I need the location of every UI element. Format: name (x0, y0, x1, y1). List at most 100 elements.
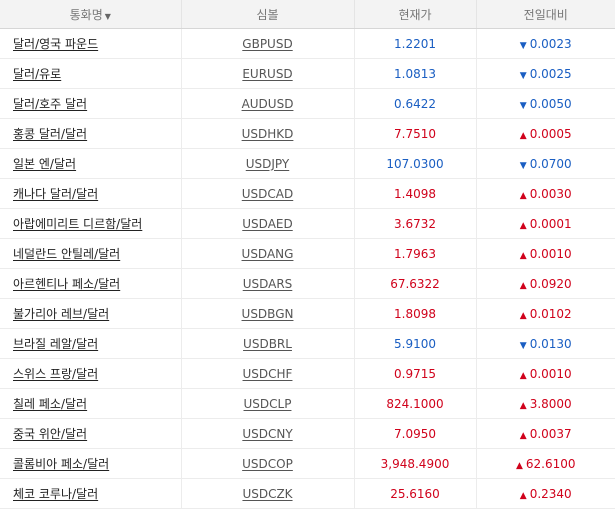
currency-name-link[interactable]: 스위스 프랑/달러 (13, 367, 98, 381)
symbol-cell: USDCHF (180, 358, 354, 389)
table-row: 달러/호주 달러 AUDUSD 0.6422 ▼ 0.0050 (0, 88, 615, 119)
table-row: 콜롬비아 페소/달러 USDCOP 3,948.4900 ▲ 62.6100 (0, 448, 615, 479)
currency-name-cell: 중국 위안/달러 (0, 418, 181, 449)
symbol-link[interactable]: USDBGN (242, 307, 294, 321)
symbol-link[interactable]: USDCHF (243, 367, 293, 381)
change-value: 0.0005 (529, 126, 572, 141)
triangle-down-icon: ▼ (519, 100, 527, 111)
symbol-link[interactable]: USDARS (243, 277, 293, 291)
triangle-up-icon: ▲ (519, 370, 527, 381)
table-row: 네덜란드 안틸레/달러 USDANG 1.7963 ▲ 0.0010 (0, 238, 615, 269)
currency-name-cell: 아르헨티나 페소/달러 (0, 268, 181, 299)
column-header-symbol: 심볼 (180, 0, 354, 29)
symbol-link[interactable]: EURUSD (242, 67, 292, 81)
table-body: 달러/영국 파운드 GBPUSD 1.2201 ▼ 0.0023 달러/유로 EURUSD 1… (0, 28, 615, 509)
change-cell: ▼ 0.0700 (475, 148, 615, 179)
symbol-link[interactable]: USDAED (242, 217, 292, 231)
triangle-down-icon: ▼ (519, 160, 527, 171)
change-value: 0.0025 (529, 66, 572, 81)
table-row: 달러/영국 파운드 GBPUSD 1.2201 ▼ 0.0023 (0, 28, 615, 59)
symbol-cell: GBPUSD (180, 28, 354, 59)
column-header-name[interactable]: 통화명 ▼ (0, 0, 181, 29)
change-value: 62.6100 (525, 456, 576, 471)
currency-name-cell: 달러/유로 (0, 58, 181, 89)
price-value: 107.0300 (353, 148, 476, 179)
change-value: 3.8000 (529, 396, 572, 411)
symbol-link[interactable]: USDJPY (246, 157, 289, 171)
symbol-link[interactable]: USDHKD (242, 127, 294, 141)
triangle-up-icon: ▲ (519, 220, 527, 231)
change-cell: ▲ 3.8000 (475, 388, 615, 419)
change-value: 0.0130 (529, 336, 572, 351)
currency-name-cell: 콜롬비아 페소/달러 (0, 448, 181, 479)
currency-name-link[interactable]: 브라질 레알/달러 (13, 337, 98, 351)
table-row: 칠레 페소/달러 USDCLP 824.1000 ▲ 3.8000 (0, 388, 615, 419)
price-value: 1.4098 (353, 178, 476, 209)
symbol-link[interactable]: USDBRL (243, 337, 292, 351)
table-row: 아랍에미리트 디르함/달러 USDAED 3.6732 ▲ 0.0001 (0, 208, 615, 239)
change-cell: ▲ 0.0010 (475, 238, 615, 269)
change-value: 0.0001 (529, 216, 572, 231)
currency-name-link[interactable]: 칠레 페소/달러 (13, 397, 87, 411)
triangle-up-icon: ▲ (519, 310, 527, 321)
change-cell: ▲ 0.0010 (475, 358, 615, 389)
currency-name-cell: 홍콩 달러/달러 (0, 118, 181, 149)
currency-name-cell: 네덜란드 안틸레/달러 (0, 238, 181, 269)
currency-name-cell: 달러/영국 파운드 (0, 28, 181, 59)
currency-name-link[interactable]: 불가리아 레브/달러 (13, 307, 109, 321)
symbol-cell: USDCAD (180, 178, 354, 209)
change-cell: ▲ 0.0920 (475, 268, 615, 299)
table-row: 중국 위안/달러 USDCNY 7.0950 ▲ 0.0037 (0, 418, 615, 449)
currency-name-cell: 불가리아 레브/달러 (0, 298, 181, 329)
currency-name-link[interactable]: 달러/영국 파운드 (13, 37, 98, 51)
symbol-link[interactable]: USDCLP (244, 397, 292, 411)
price-value: 0.6422 (353, 88, 476, 119)
currency-name-link[interactable]: 달러/유로 (13, 67, 61, 81)
change-cell: ▼ 0.0130 (475, 328, 615, 359)
symbol-cell: AUDUSD (180, 88, 354, 119)
change-value: 0.0700 (529, 156, 572, 171)
triangle-up-icon: ▲ (515, 460, 523, 471)
currency-name-cell: 스위스 프랑/달러 (0, 358, 181, 389)
table-row: 브라질 레알/달러 USDBRL 5.9100 ▼ 0.0130 (0, 328, 615, 359)
symbol-link[interactable]: USDCOP (242, 457, 293, 471)
change-value: 0.0010 (529, 246, 572, 261)
change-value: 0.0102 (529, 306, 572, 321)
currency-name-link[interactable]: 콜롬비아 페소/달러 (13, 457, 109, 471)
currency-name-link[interactable]: 홍콩 달러/달러 (13, 127, 87, 141)
table-row: 일본 엔/달러 USDJPY 107.0300 ▼ 0.0700 (0, 148, 615, 179)
currency-name-link[interactable]: 아르헨티나 페소/달러 (13, 277, 120, 291)
triangle-down-icon: ▼ (519, 40, 527, 51)
currency-name-link[interactable]: 캐나다 달러/달러 (13, 187, 98, 201)
symbol-link[interactable]: GBPUSD (242, 37, 292, 51)
change-cell: ▼ 0.0025 (475, 58, 615, 89)
currency-name-cell: 달러/호주 달러 (0, 88, 181, 119)
table-row: 아르헨티나 페소/달러 USDARS 67.6322 ▲ 0.0920 (0, 268, 615, 299)
symbol-cell: USDARS (180, 268, 354, 299)
symbol-cell: USDBGN (180, 298, 354, 329)
symbol-cell: USDJPY (180, 148, 354, 179)
currency-name-link[interactable]: 네덜란드 안틸레/달러 (13, 247, 120, 261)
currency-name-link[interactable]: 중국 위안/달러 (13, 427, 87, 441)
price-value: 0.9715 (353, 358, 476, 389)
symbol-link[interactable]: USDCNY (242, 427, 292, 441)
currency-name-link[interactable]: 일본 엔/달러 (13, 157, 76, 171)
fx-rate-table: 통화명 ▼ 심볼 현재가 전일대비 달러/영국 파운드 GBPUSD 1.2201 ▼ 0… (0, 0, 615, 509)
price-value: 67.6322 (353, 268, 476, 299)
sort-desc-icon[interactable]: ▼ (105, 12, 111, 21)
triangle-up-icon: ▲ (519, 490, 527, 501)
currency-name-link[interactable]: 아랍에미리트 디르함/달러 (13, 217, 142, 231)
currency-name-link[interactable]: 체코 코루나/달러 (13, 487, 98, 501)
price-value: 1.0813 (353, 58, 476, 89)
symbol-link[interactable]: USDANG (242, 247, 294, 261)
currency-name-link[interactable]: 달러/호주 달러 (13, 97, 87, 111)
change-cell: ▲ 0.0001 (475, 208, 615, 239)
change-cell: ▼ 0.0050 (475, 88, 615, 119)
symbol-link[interactable]: USDCAD (242, 187, 293, 201)
price-value: 3.6732 (353, 208, 476, 239)
change-value: 0.0050 (529, 96, 572, 111)
symbol-link[interactable]: AUDUSD (242, 97, 294, 111)
price-value: 3,948.4900 (353, 448, 476, 479)
triangle-up-icon: ▲ (519, 130, 527, 141)
symbol-cell: USDCNY (180, 418, 354, 449)
